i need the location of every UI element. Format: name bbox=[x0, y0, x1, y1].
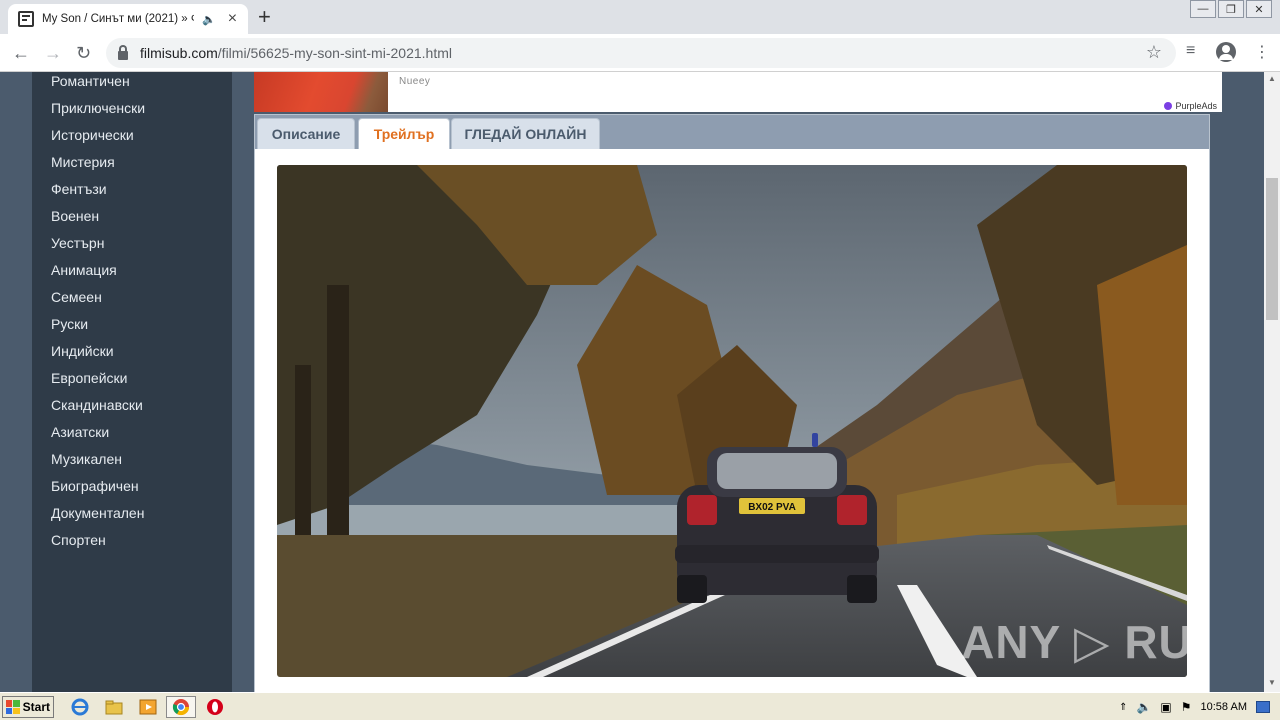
back-arrow-icon[interactable]: ← bbox=[12, 41, 30, 65]
system-tray: ⇑ 🔈 ▣ ⚑ 10:58 AM bbox=[1109, 695, 1280, 719]
page-scrollbar[interactable]: ▲ ▼ bbox=[1264, 72, 1280, 692]
genre-link[interactable]: Военен bbox=[51, 208, 99, 224]
genre-link[interactable]: Фентъзи bbox=[51, 181, 107, 197]
main-content: Nueey PurpleAds Описание Трейлър ГЛЕДАЙ … bbox=[232, 72, 1264, 692]
url-text: filmisub.com/filmi/56625-my-son-sint-mi-… bbox=[140, 45, 452, 61]
purpleads-logo-icon bbox=[1164, 102, 1173, 110]
genre-link[interactable]: Документален bbox=[51, 505, 144, 521]
menu-dots-icon[interactable]: ⋮ bbox=[1254, 42, 1270, 62]
genre-link[interactable]: Европейски bbox=[51, 370, 127, 386]
ie-icon[interactable] bbox=[70, 697, 90, 717]
genre-link[interactable]: Уестърн bbox=[51, 235, 104, 251]
opera-glyph bbox=[207, 699, 223, 715]
start-button[interactable]: Start bbox=[2, 696, 54, 718]
genre-link[interactable]: Биографичен bbox=[51, 478, 139, 494]
tab-title: My Son / Синът ми (2021) » Фи bbox=[42, 13, 194, 25]
restore-icon[interactable]: ❐ bbox=[1218, 0, 1244, 18]
panel-tabbar: Описание Трейлър ГЛЕДАЙ ОНЛАЙН bbox=[255, 115, 1209, 149]
tab-trailer[interactable]: Трейлър bbox=[358, 118, 450, 149]
genre-link[interactable]: Исторически bbox=[51, 127, 134, 143]
ad-text: Nueey bbox=[399, 76, 431, 87]
media-player-icon[interactable] bbox=[138, 697, 158, 717]
genre-link[interactable]: Анимация bbox=[51, 262, 117, 278]
opera-icon[interactable] bbox=[205, 697, 225, 717]
ad-banner[interactable]: Nueey PurpleAds bbox=[254, 72, 1222, 112]
license-plate: BX02 PVA bbox=[748, 502, 796, 513]
network-icon[interactable]: ▣ bbox=[1160, 700, 1171, 714]
folder-icon[interactable] bbox=[104, 697, 124, 717]
url-path: /filmi/56625-my-son-sint-mi-2021.html bbox=[217, 45, 452, 61]
url-host: filmisub.com bbox=[140, 45, 218, 61]
genre-link[interactable]: Азиатски bbox=[51, 424, 109, 440]
movie-panel: Описание Трейлър ГЛЕДАЙ ОНЛАЙН BX02 PVA … bbox=[254, 114, 1210, 692]
genre-link[interactable]: Руски bbox=[51, 316, 88, 332]
bookmark-star-icon[interactable]: ☆ bbox=[1146, 42, 1162, 63]
genre-link[interactable]: Романтичен bbox=[51, 73, 130, 89]
genre-link[interactable]: Спортен bbox=[51, 532, 106, 548]
genre-link[interactable]: Скандинавски bbox=[51, 397, 143, 413]
clock: 10:58 AM bbox=[1200, 701, 1247, 713]
profile-avatar-icon[interactable] bbox=[1216, 42, 1236, 62]
genre-link[interactable]: Индийски bbox=[51, 343, 114, 359]
minimize-icon[interactable]: — bbox=[1190, 0, 1216, 18]
windows-flag-icon bbox=[6, 700, 20, 714]
genre-link[interactable]: Музикален bbox=[51, 451, 122, 467]
speaker-icon[interactable]: 🔈 bbox=[202, 13, 216, 26]
genre-sidebar: Романтичен Приключенски Исторически Мист… bbox=[32, 72, 232, 692]
tab-description[interactable]: Описание bbox=[257, 118, 355, 149]
genre-link[interactable]: Мистерия bbox=[51, 154, 115, 170]
forward-arrow-icon[interactable]: → bbox=[44, 41, 62, 65]
page-viewport: Романтичен Приключенски Исторически Мист… bbox=[0, 72, 1264, 692]
site-favicon-icon bbox=[18, 11, 34, 27]
show-desktop-icon[interactable] bbox=[1256, 701, 1270, 713]
trailer-frame-image: BX02 PVA bbox=[277, 165, 1187, 677]
volume-icon[interactable]: 🔈 bbox=[1136, 700, 1151, 714]
anyrun-watermark: ANY ▷ RUN bbox=[961, 616, 1187, 668]
scrollbar-thumb[interactable] bbox=[1266, 178, 1278, 320]
genre-link[interactable]: Приключенски bbox=[51, 100, 145, 116]
close-tab-icon[interactable]: × bbox=[228, 11, 237, 27]
ad-badge[interactable]: PurpleAds bbox=[1161, 100, 1220, 112]
windows-taskbar: Start ⇑ 🔈 ▣ ⚑ 10:58 AM bbox=[0, 692, 1280, 720]
lock-icon bbox=[118, 44, 128, 60]
window-controls: — ❐ ✕ bbox=[1188, 0, 1272, 18]
window-close-icon[interactable]: ✕ bbox=[1246, 0, 1272, 18]
ad-image[interactable] bbox=[254, 72, 388, 112]
chrome-icon bbox=[172, 699, 190, 716]
tray-expand-icon[interactable]: ⇑ bbox=[1119, 702, 1127, 713]
ie-glyph bbox=[71, 698, 89, 716]
scroll-up-icon[interactable]: ▲ bbox=[1264, 74, 1280, 83]
new-tab-icon[interactable]: + bbox=[258, 6, 271, 28]
chrome-taskbar-button[interactable] bbox=[166, 696, 196, 718]
genre-link[interactable]: Семеен bbox=[51, 289, 102, 305]
reload-icon[interactable]: ↻ bbox=[76, 41, 91, 65]
media-glyph bbox=[139, 699, 157, 715]
start-label: Start bbox=[22, 700, 50, 714]
media-control-icon[interactable]: ≡ bbox=[1186, 42, 1195, 60]
tab-watch-online[interactable]: ГЛЕДАЙ ОНЛАЙН bbox=[451, 118, 600, 149]
address-bar[interactable]: filmisub.com/filmi/56625-my-son-sint-mi-… bbox=[106, 38, 1176, 68]
flag-notification-icon[interactable]: ⚑ bbox=[1181, 700, 1192, 714]
folder-glyph bbox=[105, 700, 123, 715]
browser-tab[interactable]: My Son / Синът ми (2021) » Фи 🔈 × bbox=[8, 4, 248, 34]
browser-toolbar: ← → ↻ filmisub.com/filmi/56625-my-son-si… bbox=[0, 34, 1280, 72]
browser-tabstrip: My Son / Синът ми (2021) » Фи 🔈 × + — ❐ … bbox=[0, 0, 1280, 34]
trailer-video-player[interactable]: BX02 PVA ANY ▷ RUN bbox=[277, 165, 1187, 677]
scroll-down-icon[interactable]: ▼ bbox=[1264, 678, 1280, 687]
ad-badge-label: PurpleAds bbox=[1175, 101, 1217, 111]
